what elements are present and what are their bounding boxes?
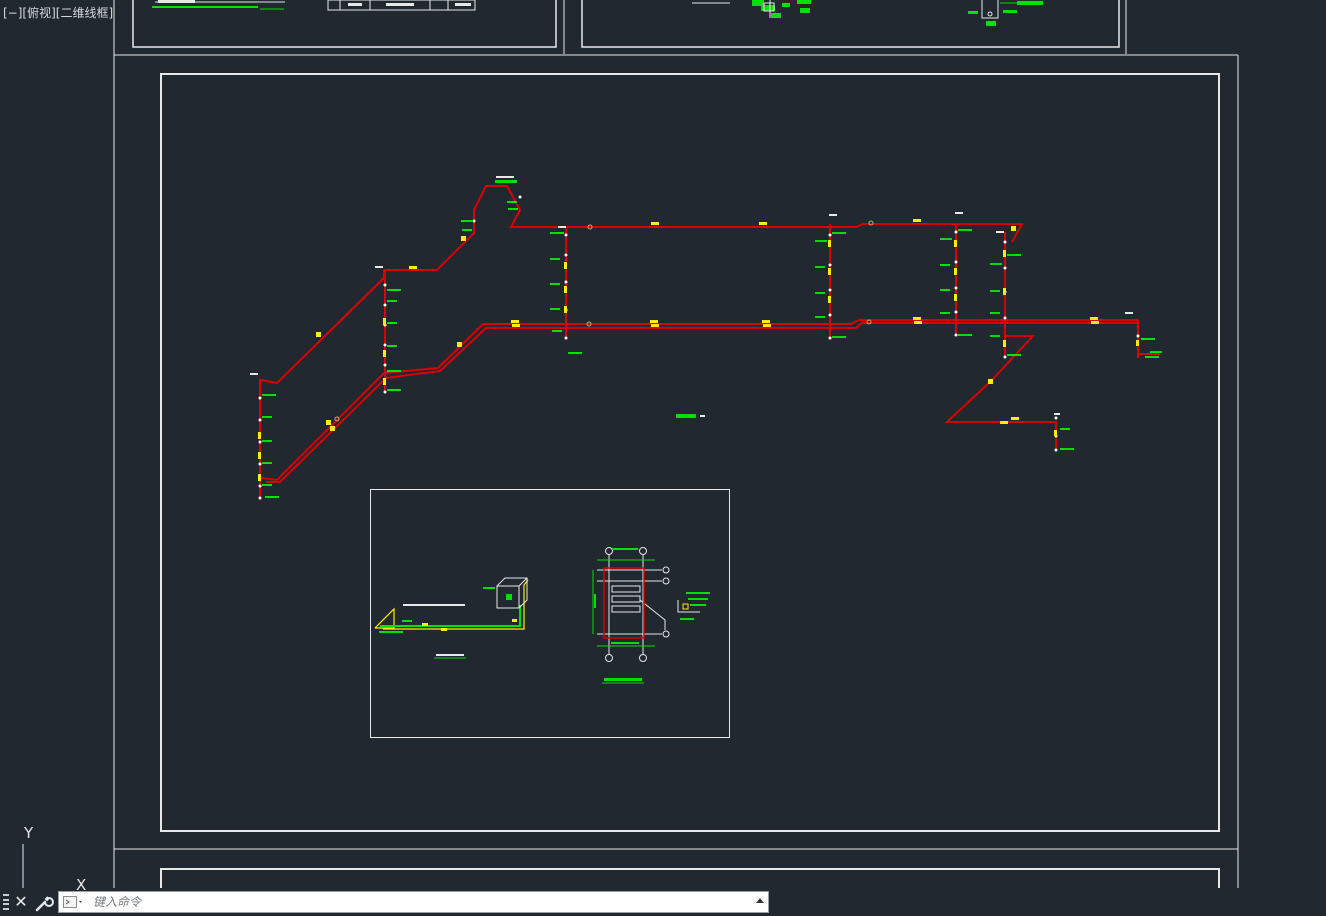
command-line-bar: ✕ <box>0 888 770 916</box>
valve-markers <box>258 219 1139 481</box>
grip-icon[interactable] <box>3 894 9 910</box>
wrench-icon[interactable] <box>34 893 54 913</box>
top-sheet-details <box>152 0 1043 26</box>
water-piping <box>259 185 1160 500</box>
chevron-up-icon[interactable] <box>756 898 764 903</box>
pipe-nodes <box>258 195 1140 500</box>
detail-drawing-right <box>592 547 710 684</box>
detail-drawing-left <box>374 577 529 659</box>
ucs-y-label: Y <box>23 824 34 842</box>
close-icon[interactable]: ✕ <box>13 892 29 912</box>
command-prompt-icon[interactable] <box>63 896 85 910</box>
drawing-canvas[interactable] <box>0 0 1326 888</box>
command-input[interactable] <box>93 892 743 912</box>
sheet-frames <box>113 0 1239 888</box>
ucs-icon: Y X <box>22 824 86 890</box>
viewport-controls-label[interactable]: [−][俯视][二维线框] <box>3 4 113 21</box>
pipe-fittings <box>334 220 874 422</box>
command-input-container <box>58 891 769 913</box>
